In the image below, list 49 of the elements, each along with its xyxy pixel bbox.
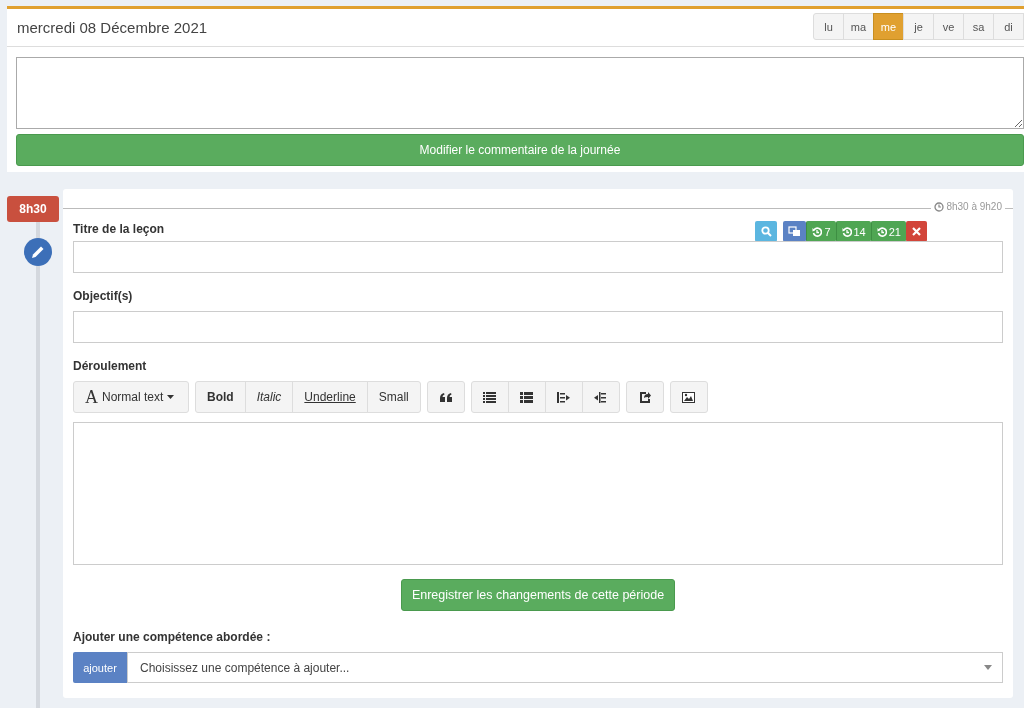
day-tab[interactable]: ve [933,13,964,40]
search-icon [760,226,772,237]
close-icon [912,227,921,236]
day-title: mercredi 08 Décembre 2021 [17,19,208,36]
outdent-icon [557,391,571,403]
delete-button[interactable] [906,221,927,242]
time-badge: 8h30 [7,196,59,222]
list-icon [520,391,534,403]
bullet-list-button[interactable] [470,381,509,413]
quote-icon [438,391,453,403]
day-tab[interactable]: di [993,13,1024,40]
add-button[interactable]: ajouter [73,652,127,683]
day-tab[interactable]: sa [963,13,994,40]
field-label: Ajouter une compétence abordée : [73,630,272,644]
caret-icon [984,665,992,670]
time-range: 8h30 à 9h20 [931,201,1005,212]
format-button[interactable]: Bold [195,381,246,413]
field-label: Déroulement [73,359,148,373]
text-style-dropdown[interactable]: A Normal text [73,381,189,413]
image-icon [682,391,696,403]
comment-field[interactable] [16,57,1024,129]
format-button[interactable]: Italic [244,381,294,413]
indent-button[interactable] [581,381,620,413]
field-label: Objectif(s) [73,289,134,303]
competence-select[interactable]: Choisissez une compétence à ajouter... [127,652,1003,683]
bullet-list-icon [483,391,497,403]
field-label: Titre de la leçon [73,222,165,236]
share-icon [638,391,651,403]
history-icon [812,226,823,237]
day-tab[interactable]: je [903,13,934,40]
numbered-list-button[interactable] [507,381,546,413]
title-field[interactable] [73,241,1003,273]
indent-icon [594,391,608,403]
day-tab[interactable]: lu [813,13,844,40]
link-button[interactable] [625,381,664,413]
copy-icon [788,226,802,237]
pencil-icon[interactable] [23,237,53,267]
history-icon [876,226,887,237]
objectives-field[interactable] [73,311,1003,343]
format-button[interactable]: Small [366,381,421,413]
day-tab[interactable]: ma [843,13,874,40]
outdent-button[interactable] [544,381,583,413]
image-button[interactable] [669,381,708,413]
clock-icon [934,201,945,212]
history-icon [841,226,852,237]
caret-icon [167,395,175,399]
quote-button[interactable] [426,381,465,413]
copy-button[interactable] [783,221,807,242]
format-button[interactable]: Underline [292,381,368,413]
